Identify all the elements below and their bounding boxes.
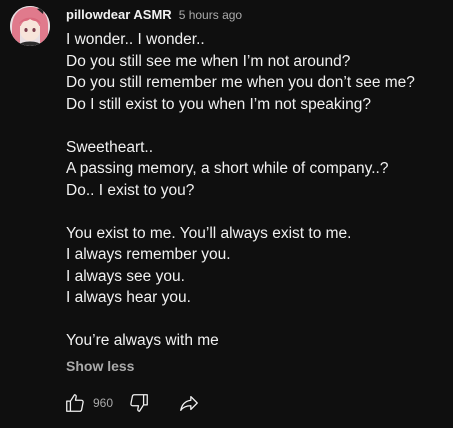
comment-line: I always see you. xyxy=(66,267,185,285)
share-button[interactable] xyxy=(177,391,201,415)
comment-timestamp[interactable]: 5 hours ago xyxy=(179,8,242,22)
comment-line: I always remember you. xyxy=(66,246,231,263)
author-name[interactable]: pillowdear ASMR xyxy=(66,7,172,22)
avatar[interactable] xyxy=(10,6,50,46)
comment-thread: pillowdear ASMR 5 hours ago I wonder.. I… xyxy=(0,0,453,428)
dislike-button[interactable] xyxy=(127,391,151,415)
like-button[interactable] xyxy=(63,391,87,415)
comment-line: Do.. I exist to you? xyxy=(66,181,195,199)
comment-actions: 960 xyxy=(63,390,201,416)
comment-line: You’re always with me xyxy=(66,332,219,349)
comment-line: Do I still exist to you when I’m not spe… xyxy=(66,95,371,113)
comment-line: You exist to me. You’ll always exist to … xyxy=(66,224,352,242)
comment-line: A passing memory, a short while of compa… xyxy=(66,160,389,177)
comment-line: I always hear you. xyxy=(66,289,191,306)
comment-line xyxy=(66,309,446,331)
comment-line: Do you still remember me when you don’t … xyxy=(66,74,415,91)
comment-line: Do you still see me when I’m not around? xyxy=(66,52,351,70)
avatar-image xyxy=(10,6,50,46)
comment-line xyxy=(66,201,446,223)
comment-line xyxy=(66,115,446,137)
share-arrow-icon xyxy=(180,395,198,411)
comment-header: pillowdear ASMR 5 hours ago xyxy=(66,7,242,23)
comment-line: I wonder.. I wonder.. xyxy=(66,31,205,48)
thumbs-down-icon xyxy=(130,394,148,412)
thumbs-up-icon xyxy=(66,394,84,412)
comment-line: Sweetheart.. xyxy=(66,138,154,156)
like-count: 960 xyxy=(93,396,114,410)
show-less-button[interactable]: Show less xyxy=(66,358,134,374)
comment-body: I wonder.. I wonder.. Do you still see m… xyxy=(66,29,446,352)
